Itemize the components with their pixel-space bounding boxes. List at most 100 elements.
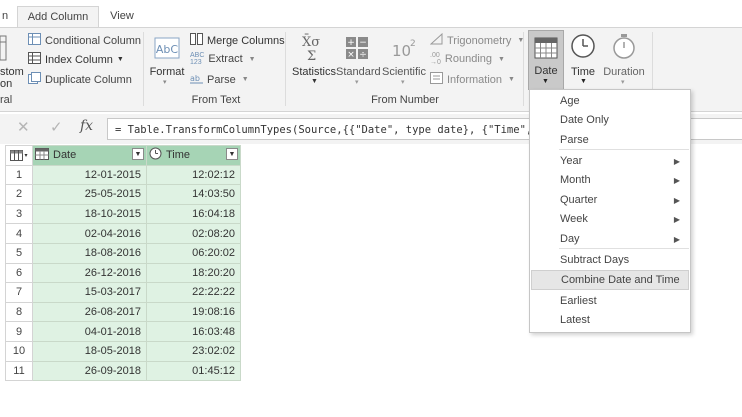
menu-item-date-only[interactable]: Date Only <box>531 111 689 130</box>
table-row[interactable]: 10 18-05-2018 23:02:02 <box>5 340 241 362</box>
information-button[interactable]: Information ▼ <box>430 72 515 87</box>
menu-item-week[interactable]: Week ▶ <box>531 210 689 229</box>
chevron-right-icon: ▶ <box>673 235 680 244</box>
date-cell[interactable]: 25-05-2015 <box>32 184 147 205</box>
time-cell[interactable]: 22:22:22 <box>146 282 241 303</box>
extract-icon: ABC 123 <box>190 52 205 66</box>
time-cell[interactable]: 23:02:02 <box>146 340 241 362</box>
column-header-label: Time <box>166 149 191 162</box>
time-cell[interactable]: 14:03:50 <box>146 184 241 205</box>
table-menu-button[interactable]: ▾ <box>5 145 33 166</box>
duplicate-column-button[interactable]: Duplicate Column <box>28 72 132 87</box>
custom-column-label-1[interactable]: stom <box>0 66 24 78</box>
date-cell[interactable]: 26-12-2016 <box>32 262 147 284</box>
calendar-icon <box>35 147 49 163</box>
standard-label: Standard <box>336 66 381 78</box>
menu-item-combine-date-and-time[interactable]: Combine Date and Time <box>531 270 689 290</box>
row-number[interactable]: 9 <box>5 321 33 342</box>
time-cell[interactable]: 02:08:20 <box>146 223 241 244</box>
row-number[interactable]: 6 <box>5 262 33 284</box>
menu-item-label: Date Only <box>560 114 609 126</box>
row-number[interactable]: 5 <box>5 242 33 264</box>
time-cell[interactable]: 06:20:02 <box>146 242 241 264</box>
menu-item-month[interactable]: Month ▶ <box>531 171 689 190</box>
row-number[interactable]: 2 <box>5 184 33 205</box>
rounding-button[interactable]: .00 →0 Rounding ▼ <box>430 52 505 66</box>
cancel-formula-icon[interactable]: ✕ <box>17 118 30 136</box>
standard-button[interactable]: Standard <box>336 66 381 78</box>
menu-item-subtract-days[interactable]: Subtract Days <box>531 251 689 270</box>
time-button[interactable]: Time <box>563 66 603 78</box>
group-divider <box>143 32 144 106</box>
extract-button[interactable]: ABC 123 Extract ▼ <box>190 52 256 66</box>
date-cell[interactable]: 18-05-2018 <box>32 340 147 362</box>
row-number[interactable]: 10 <box>5 340 33 362</box>
merge-columns-button[interactable]: Merge Columns <box>190 33 285 48</box>
date-cell[interactable]: 26-09-2018 <box>32 360 147 382</box>
parse-button[interactable]: ab Parse ▼ <box>190 72 249 87</box>
column-header-time[interactable]: Time ▼ <box>146 145 241 166</box>
conditional-column-button[interactable]: Conditional Column <box>28 33 141 48</box>
column-header-date[interactable]: Date ▼ <box>32 145 147 166</box>
table-row[interactable]: 7 15-03-2017 22:22:22 <box>5 282 241 303</box>
table-row[interactable]: 11 26-09-2018 01:45:12 <box>5 360 241 382</box>
tab-add-column[interactable]: Add Column <box>17 6 99 29</box>
svg-text:+: + <box>347 38 355 48</box>
stopwatch-icon <box>611 33 637 62</box>
chevron-down-icon: ▼ <box>542 78 549 85</box>
time-cell[interactable]: 16:04:18 <box>146 203 241 225</box>
row-number[interactable]: 8 <box>5 301 33 323</box>
table-row[interactable]: 5 18-08-2016 06:20:02 <box>5 242 241 264</box>
menu-item-label: Month <box>560 174 591 186</box>
date-cell[interactable]: 18-10-2015 <box>32 203 147 225</box>
svg-text:×: × <box>347 50 355 60</box>
date-cell[interactable]: 04-01-2018 <box>32 321 147 342</box>
duration-button[interactable]: Duration <box>600 66 648 78</box>
menu-item-label: Parse <box>560 134 589 146</box>
trigonometry-button[interactable]: Trigonometry ▼ <box>429 32 524 48</box>
table-row[interactable]: 8 26-08-2017 19:08:16 <box>5 301 241 323</box>
table-row[interactable]: 2 25-05-2015 14:03:50 <box>5 184 241 205</box>
table-row[interactable]: 4 02-04-2016 02:08:20 <box>5 223 241 244</box>
custom-column-label-2[interactable]: on <box>0 78 12 90</box>
date-cell[interactable]: 02-04-2016 <box>32 223 147 244</box>
date-cell[interactable]: 26-08-2017 <box>32 301 147 323</box>
time-cell[interactable]: 19:08:16 <box>146 301 241 323</box>
fx-icon[interactable]: fx <box>80 118 93 134</box>
table-row[interactable]: 1 12-01-2015 12:02:12 <box>5 164 241 186</box>
table-row[interactable]: 6 26-12-2016 18:20:20 <box>5 262 241 284</box>
menu-item-latest[interactable]: Latest <box>531 311 689 330</box>
date-cell[interactable]: 12-01-2015 <box>32 164 147 186</box>
tab-transform-partial[interactable]: n <box>0 6 16 28</box>
menu-item-earliest[interactable]: Earliest <box>531 292 689 311</box>
row-number[interactable]: 4 <box>5 223 33 244</box>
time-cell[interactable]: 12:02:12 <box>146 164 241 186</box>
date-cell[interactable]: 15-03-2017 <box>32 282 147 303</box>
menu-item-year[interactable]: Year ▶ <box>531 152 689 171</box>
row-number[interactable]: 11 <box>5 360 33 382</box>
time-cell[interactable]: 16:03:48 <box>146 321 241 342</box>
time-cell[interactable]: 01:45:12 <box>146 360 241 382</box>
menu-item-parse[interactable]: Parse <box>531 131 689 150</box>
tab-view[interactable]: View <box>100 6 144 28</box>
confirm-formula-icon[interactable]: ✓ <box>50 118 63 136</box>
format-button[interactable]: Format <box>148 66 186 78</box>
menu-item-age[interactable]: Age <box>531 92 689 111</box>
date-cell[interactable]: 18-08-2016 <box>32 242 147 264</box>
table-row[interactable]: 3 18-10-2015 16:04:18 <box>5 203 241 225</box>
scientific-button[interactable]: Scientific <box>381 66 427 78</box>
parse-label: Parse <box>207 73 236 86</box>
statistics-button[interactable]: Statistics <box>291 66 337 78</box>
time-cell[interactable]: 18:20:20 <box>146 262 241 284</box>
table-row[interactable]: 9 04-01-2018 16:03:48 <box>5 321 241 342</box>
row-number[interactable]: 7 <box>5 282 33 303</box>
row-number[interactable]: 1 <box>5 164 33 186</box>
index-column-button[interactable]: Index Column ▼ <box>28 52 124 67</box>
column-filter-dropdown[interactable]: ▼ <box>226 148 238 161</box>
date-button[interactable]: Date ▼ <box>528 30 564 90</box>
row-number[interactable]: 3 <box>5 203 33 225</box>
standard-icon: + − × ÷ <box>344 35 370 61</box>
menu-item-quarter[interactable]: Quarter ▶ <box>531 191 689 210</box>
menu-item-day[interactable]: Day ▶ <box>531 230 689 249</box>
column-filter-dropdown[interactable]: ▼ <box>132 148 144 161</box>
